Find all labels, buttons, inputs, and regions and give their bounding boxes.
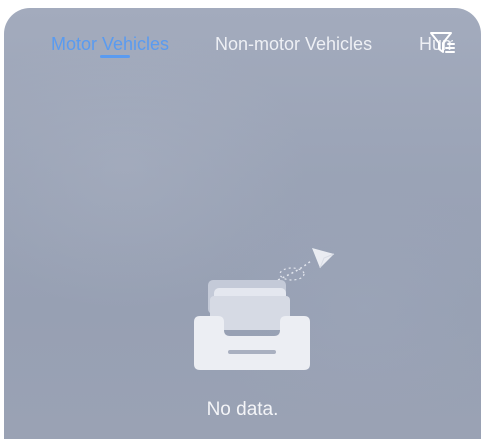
tab-bar: Motor Vehicles Non-motor Vehicles Human xyxy=(4,8,481,68)
tab-motor-vehicles[interactable]: Motor Vehicles xyxy=(51,34,169,55)
empty-state-message: No data. xyxy=(206,399,279,420)
active-tab-indicator xyxy=(100,55,130,58)
filter-button[interactable] xyxy=(428,28,458,58)
empty-state-illustration xyxy=(180,244,340,372)
filter-list-icon xyxy=(430,32,455,53)
main-panel: Motor Vehicles Non-motor Vehicles Human xyxy=(4,8,481,439)
tab-non-motor-vehicles[interactable]: Non-motor Vehicles xyxy=(215,34,372,55)
empty-tray-with-paper-plane-icon xyxy=(194,248,335,370)
